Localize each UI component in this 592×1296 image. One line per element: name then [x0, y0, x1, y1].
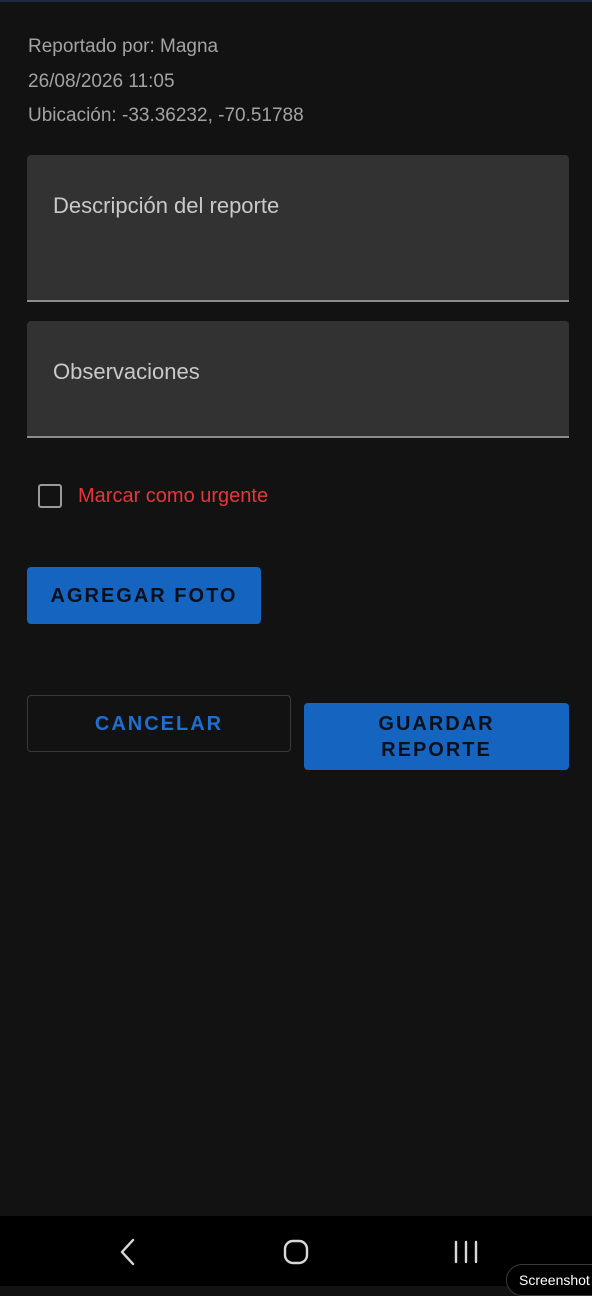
- urgent-checkbox-row[interactable]: Marcar como urgente: [38, 481, 268, 511]
- recents-icon[interactable]: [446, 1234, 486, 1270]
- system-navigation-bar: [0, 1216, 592, 1286]
- add-photo-label: AGREGAR FOTO: [50, 584, 238, 607]
- description-field[interactable]: [27, 155, 569, 302]
- description-input[interactable]: [27, 155, 569, 300]
- screenshot-toolbar-pill[interactable]: Screenshot: [506, 1264, 592, 1296]
- home-icon[interactable]: [276, 1234, 316, 1270]
- cancel-button[interactable]: CANCELAR: [27, 695, 291, 752]
- location-text: Ubicación: -33.36232, -70.51788: [28, 105, 304, 126]
- cancel-label: CANCELAR: [94, 712, 224, 735]
- save-report-label: GUARDAR REPORTE: [378, 712, 495, 761]
- reporter-text: Reportado por: Magna: [28, 36, 219, 57]
- status-bar-edge: [0, 0, 592, 2]
- report-datetime: 26/08/2026 11:05: [28, 71, 175, 92]
- back-icon[interactable]: [108, 1234, 148, 1270]
- observations-field[interactable]: [27, 321, 569, 438]
- observations-input[interactable]: [27, 321, 569, 436]
- urgent-label: Marcar como urgente: [78, 484, 269, 507]
- add-photo-button[interactable]: AGREGAR FOTO: [27, 567, 261, 624]
- urgent-checkbox[interactable]: [38, 484, 62, 508]
- save-report-button[interactable]: GUARDAR REPORTE: [304, 703, 569, 770]
